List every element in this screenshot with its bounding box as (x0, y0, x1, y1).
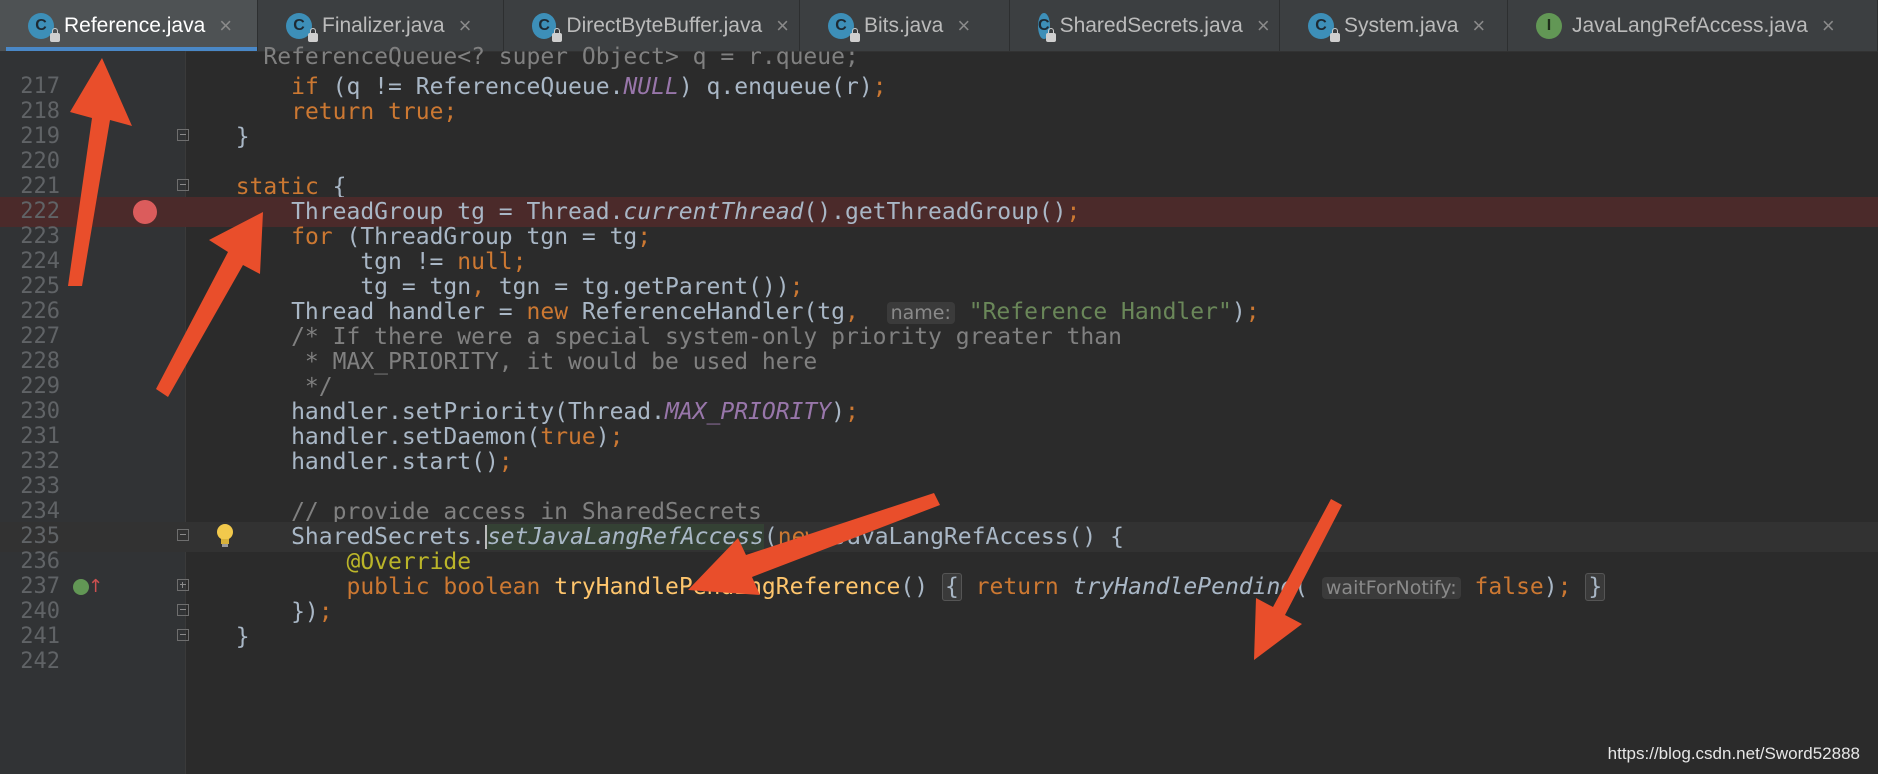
close-icon[interactable]: × (219, 13, 232, 39)
line-number: 228 (20, 349, 60, 374)
line-text: } (208, 124, 250, 150)
line-number: 234 (20, 499, 60, 524)
line-text: static { (235, 174, 347, 200)
close-icon[interactable]: × (957, 13, 970, 39)
class-icon: C (828, 12, 860, 42)
line-text: /* If there were a special system-only p… (208, 324, 1122, 350)
line-number: 217 (20, 74, 60, 99)
line-text: handler.setPriority(Thread.MAX_PRIORITY)… (208, 399, 859, 425)
fold-expand-icon[interactable] (177, 579, 189, 591)
line-number: 237 (20, 574, 60, 599)
line-number: 221 (20, 174, 60, 199)
line-text: handler.setDaemon(true); (208, 424, 624, 450)
line-number: 241 (20, 624, 60, 649)
code-line: ReferenceQueue<? super Object> q = r.que… (0, 42, 1878, 72)
tab-label: Reference.java (64, 13, 206, 37)
line-text: }); (208, 599, 333, 625)
close-icon[interactable]: × (1472, 13, 1485, 39)
code-line: 242 (0, 647, 1878, 677)
fold-end-icon[interactable] (177, 629, 189, 641)
fold-start-icon[interactable] (177, 529, 189, 541)
line-number: 240 (20, 599, 60, 624)
watermark: https://blog.csdn.net/Sword52888 (1607, 744, 1860, 763)
lock-icon (552, 27, 563, 42)
close-icon[interactable]: × (1257, 13, 1270, 39)
class-icon: C (1038, 12, 1056, 42)
implements-icon[interactable] (73, 579, 89, 595)
class-icon: C (1308, 12, 1340, 42)
line-number: 220 (20, 149, 60, 174)
line-text: tg = tgn, tgn = tg.getParent()); (208, 274, 804, 300)
close-icon[interactable]: × (1822, 13, 1835, 39)
fold-end-icon[interactable] (177, 604, 189, 616)
line-number: 218 (20, 99, 60, 124)
tab-label: JavaLangRefAccess.java (1572, 13, 1808, 37)
line-text: * MAX_PRIORITY, it would be used here (208, 349, 818, 375)
tab-label: SharedSecrets.java (1059, 13, 1243, 37)
line-number: 232 (20, 449, 60, 474)
class-icon: C (286, 12, 318, 42)
tab-label: DirectByteBuffer.java (566, 13, 763, 37)
line-text: ThreadGroup tg = Thread.currentThread().… (208, 199, 1081, 225)
lock-icon (308, 27, 318, 42)
line-text: // provide access in SharedSecrets (208, 499, 762, 525)
line-text: for (ThreadGroup tgn = tg; (291, 224, 652, 250)
line-number: 230 (20, 399, 60, 424)
line-number: 223 (20, 224, 60, 249)
tab-label: System.java (1344, 13, 1459, 37)
fold-end-icon[interactable] (177, 129, 189, 141)
line-text: if (q != ReferenceQueue.NULL) q.enqueue(… (291, 74, 887, 100)
interface-icon: I (1536, 12, 1562, 39)
line-number: 233 (20, 474, 60, 499)
line-text: tgn != null; (208, 249, 527, 275)
line-text: } (208, 624, 250, 650)
lock-icon (850, 27, 860, 42)
code-editor[interactable]: ReferenceQueue<? super Object> q = r.que… (0, 42, 1878, 774)
breakpoint-icon[interactable] (133, 200, 157, 224)
line-number: 219 (20, 124, 60, 149)
line-text: @Override (346, 549, 472, 575)
close-icon[interactable]: × (459, 13, 472, 39)
line-text: ReferenceQueue<? super Object> q = r.que… (208, 44, 859, 70)
line-number: 235 (20, 524, 60, 549)
line-text: SharedSecrets.setJavaLangRefAccess(new J… (208, 524, 1124, 550)
tab-label: Finalizer.java (322, 13, 445, 37)
tab-label: Bits.java (864, 13, 944, 37)
class-icon: C (28, 12, 60, 42)
line-text: return true; (291, 99, 458, 125)
close-icon[interactable]: × (776, 13, 789, 39)
line-number: 226 (20, 299, 60, 324)
lock-icon (50, 27, 60, 42)
line-number: 222 (20, 199, 60, 224)
line-number: 225 (20, 274, 60, 299)
fold-start-icon[interactable] (177, 179, 189, 191)
line-text: */ (208, 374, 333, 400)
param-hint-waitfornotify: waitForNotify: (1321, 577, 1461, 599)
line-number: 242 (20, 649, 60, 674)
lock-icon (1330, 27, 1340, 42)
lock-icon (1045, 27, 1056, 42)
line-number: 227 (20, 324, 60, 349)
param-hint-name: name: (886, 302, 955, 324)
class-icon: C (532, 12, 563, 42)
line-text: handler.start(); (208, 449, 513, 475)
line-number: 236 (20, 549, 60, 574)
line-number: 229 (20, 374, 60, 399)
line-number: 231 (20, 424, 60, 449)
up-arrow-icon: ↑ (88, 576, 104, 597)
line-number: 224 (20, 249, 60, 274)
